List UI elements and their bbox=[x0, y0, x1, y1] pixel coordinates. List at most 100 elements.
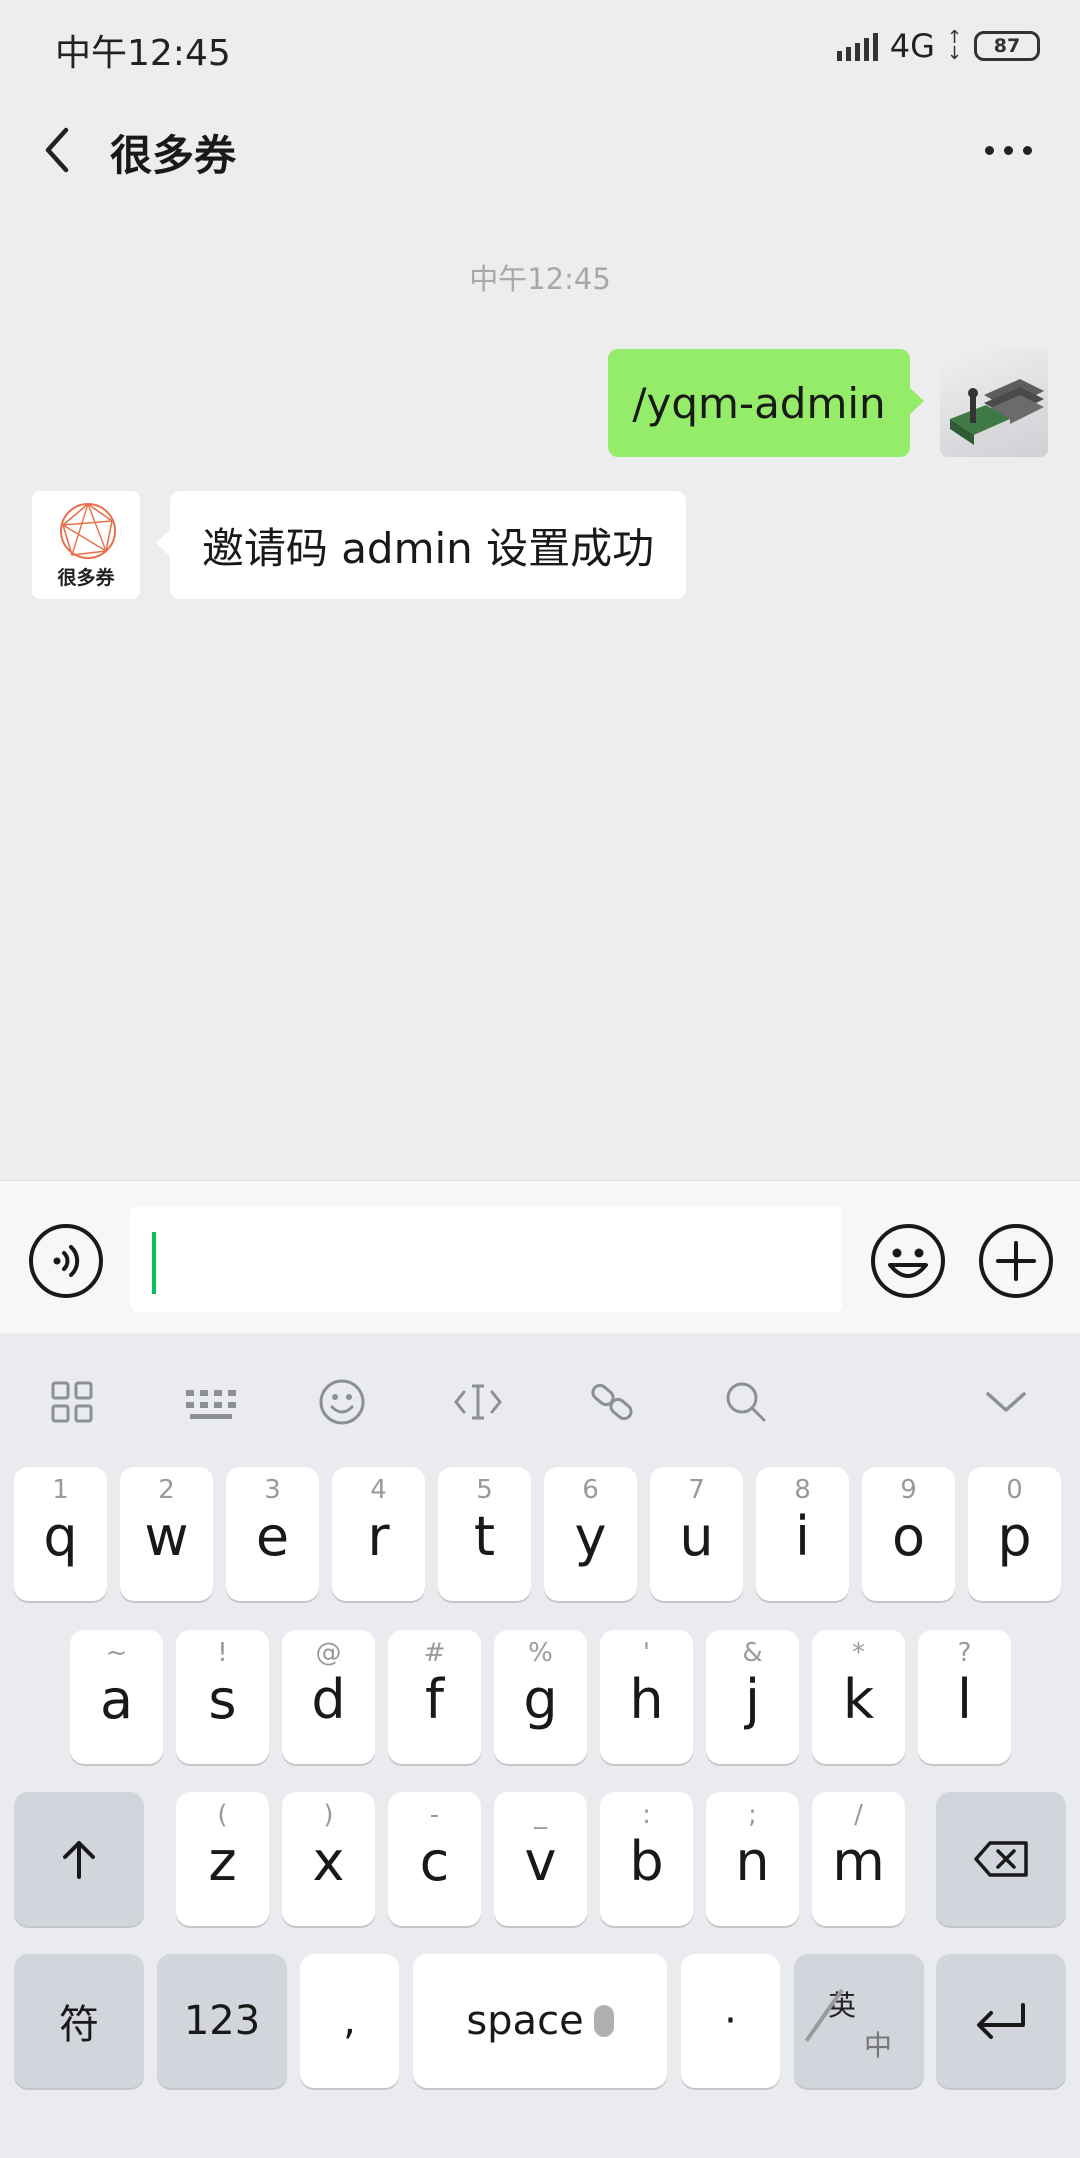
language-switch-key[interactable]: 英 中 bbox=[794, 1954, 924, 2088]
key-u[interactable]: 7u bbox=[650, 1467, 743, 1601]
key-label: s bbox=[208, 1668, 237, 1731]
key-hint: _ bbox=[534, 1800, 547, 1830]
bot-avatar-label: 很多券 bbox=[57, 567, 115, 589]
comma-key-label: , bbox=[343, 1998, 356, 2044]
plus-circle-icon[interactable] bbox=[978, 1223, 1054, 1299]
key-label: u bbox=[679, 1505, 714, 1568]
grid-icon[interactable] bbox=[44, 1374, 100, 1430]
enter-key[interactable] bbox=[936, 1954, 1066, 2088]
key-hint: % bbox=[528, 1638, 553, 1668]
key-label: q bbox=[43, 1505, 78, 1568]
key-label: y bbox=[574, 1505, 607, 1568]
numbers-key[interactable]: 123 bbox=[157, 1954, 287, 2088]
key-hint: ! bbox=[217, 1638, 228, 1668]
battery-icon: 87 bbox=[974, 31, 1040, 61]
key-e[interactable]: 3e bbox=[226, 1467, 319, 1601]
chat-title: 很多券 bbox=[110, 131, 237, 180]
message-input[interactable] bbox=[130, 1206, 842, 1312]
key-b[interactable]: :b bbox=[600, 1792, 693, 1926]
key-x[interactable]: ) x bbox=[282, 1792, 375, 1926]
space-key-label: space bbox=[466, 1998, 584, 2044]
key-hint: # bbox=[423, 1638, 446, 1668]
key-hint: 6 bbox=[582, 1475, 599, 1505]
period-key-label: · bbox=[724, 1998, 737, 2044]
status-time: 中午12:45 bbox=[55, 33, 231, 74]
battery-level: 87 bbox=[993, 35, 1021, 57]
key-z[interactable]: (z bbox=[176, 1792, 269, 1926]
key-label: w bbox=[144, 1505, 189, 1568]
key-a[interactable]: ~ a bbox=[70, 1630, 163, 1764]
network-label: 4G bbox=[889, 27, 935, 65]
space-key[interactable]: space bbox=[413, 1954, 667, 2088]
key-l[interactable]: ? l bbox=[918, 1630, 1011, 1764]
sent-message-bubble[interactable]: /yqm-admin bbox=[608, 349, 924, 457]
symbols-key[interactable]: 符 bbox=[14, 1954, 144, 2088]
received-message-text: 邀请码 admin 设置成功 bbox=[201, 523, 655, 573]
voice-icon[interactable] bbox=[28, 1223, 104, 1299]
key-v[interactable]: _ v bbox=[494, 1792, 587, 1926]
key-hint: @ bbox=[315, 1638, 342, 1668]
key-hint: 4 bbox=[370, 1475, 387, 1505]
key-o[interactable]: 9o bbox=[862, 1467, 955, 1601]
key-d[interactable]: @ d bbox=[282, 1630, 375, 1764]
search-icon[interactable] bbox=[718, 1374, 774, 1430]
key-k[interactable]: * k bbox=[812, 1630, 905, 1764]
comma-key[interactable]: , bbox=[300, 1954, 399, 2088]
key-label: v bbox=[524, 1830, 557, 1893]
keyboard-icon[interactable] bbox=[180, 1374, 244, 1430]
key-m[interactable]: / m bbox=[812, 1792, 905, 1926]
key-hint: 0 bbox=[1006, 1475, 1023, 1505]
received-message-bubble[interactable]: 邀请码 admin 设置成功 bbox=[156, 491, 686, 599]
key-c[interactable]: -c bbox=[388, 1792, 481, 1926]
key-n[interactable]: ; n bbox=[706, 1792, 799, 1926]
key-hint: ; bbox=[748, 1800, 757, 1830]
emoji-icon[interactable] bbox=[870, 1223, 946, 1299]
symbols-key-label: 符 bbox=[59, 2002, 99, 2048]
key-label: k bbox=[842, 1668, 875, 1731]
key-p[interactable]: 0p bbox=[968, 1467, 1061, 1601]
key-h[interactable]: ' h bbox=[600, 1630, 693, 1764]
key-hint: 8 bbox=[794, 1475, 811, 1505]
key-label: e bbox=[255, 1505, 290, 1568]
key-s[interactable]: ! s bbox=[176, 1630, 269, 1764]
key-r[interactable]: 4r bbox=[332, 1467, 425, 1601]
key-label: j bbox=[744, 1668, 760, 1731]
key-f[interactable]: # f bbox=[388, 1630, 481, 1764]
key-hint: : bbox=[642, 1800, 651, 1830]
key-hint: 5 bbox=[476, 1475, 493, 1505]
user-avatar[interactable] bbox=[940, 349, 1048, 457]
shift-arrow-icon bbox=[63, 1841, 95, 1879]
cursor-icon[interactable] bbox=[450, 1374, 506, 1430]
key-hint: & bbox=[742, 1638, 763, 1668]
key-hint: / bbox=[854, 1800, 863, 1830]
period-key[interactable]: · bbox=[681, 1954, 780, 2088]
key-g[interactable]: % g bbox=[494, 1630, 587, 1764]
shift-key[interactable] bbox=[14, 1792, 144, 1926]
smiley-icon[interactable] bbox=[314, 1374, 370, 1430]
key-hint: ~ bbox=[105, 1638, 128, 1668]
message-input-bar bbox=[0, 1180, 1080, 1333]
key-q[interactable]: 1q bbox=[14, 1467, 107, 1601]
key-label: t bbox=[473, 1505, 496, 1568]
key-t[interactable]: 5t bbox=[438, 1467, 531, 1601]
key-i[interactable]: 8i bbox=[756, 1467, 849, 1601]
key-hint: 9 bbox=[900, 1475, 917, 1505]
bot-avatar[interactable]: 很多券 bbox=[32, 491, 140, 599]
chevron-left-icon[interactable] bbox=[34, 122, 84, 178]
link-icon[interactable] bbox=[584, 1374, 640, 1430]
key-label: o bbox=[891, 1505, 926, 1568]
status-indicators: 4G ↑ ↓ 87 bbox=[836, 26, 1040, 66]
key-j[interactable]: & j bbox=[706, 1630, 799, 1764]
backspace-key[interactable] bbox=[936, 1792, 1066, 1926]
text-caret bbox=[152, 1232, 156, 1294]
key-label: a bbox=[99, 1668, 134, 1731]
key-y[interactable]: 6y bbox=[544, 1467, 637, 1601]
key-hint: 1 bbox=[52, 1475, 69, 1505]
chevron-down-icon[interactable] bbox=[978, 1374, 1034, 1430]
key-label: p bbox=[997, 1505, 1032, 1568]
key-label: n bbox=[735, 1830, 770, 1893]
more-dots-icon[interactable] bbox=[978, 130, 1038, 170]
key-w[interactable]: 2w bbox=[120, 1467, 213, 1601]
key-label: x bbox=[312, 1830, 345, 1893]
key-hint: ? bbox=[957, 1638, 972, 1668]
